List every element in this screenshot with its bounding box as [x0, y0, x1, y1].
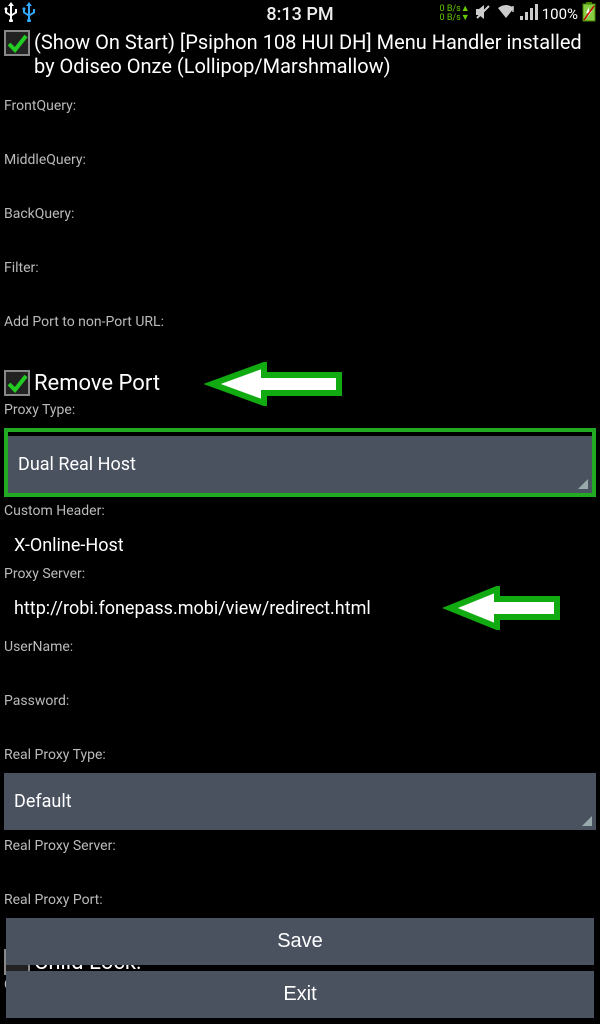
- username-label: UserName:: [4, 639, 596, 655]
- middle-query-input[interactable]: [4, 178, 596, 192]
- signal-icon: [520, 4, 538, 24]
- arrow-annotation-2: [442, 586, 562, 630]
- custom-header-label: Custom Header:: [4, 503, 596, 519]
- show-on-start-checkbox[interactable]: [4, 30, 30, 56]
- real-proxy-port-label: Real Proxy Port:: [4, 892, 596, 908]
- arrow-annotation-1: [204, 362, 344, 406]
- remove-port-checkbox[interactable]: [4, 370, 30, 396]
- status-bar: 8:13 PM 0 B/s▲ 0 B/s▼ 100%: [0, 0, 600, 28]
- password-label: Password:: [4, 693, 596, 709]
- real-proxy-type-spinner[interactable]: Default: [4, 773, 596, 830]
- filter-label: Filter:: [4, 260, 596, 276]
- save-button[interactable]: Save: [6, 918, 594, 965]
- usb-icon: [4, 2, 18, 26]
- username-input[interactable]: [4, 665, 596, 679]
- real-proxy-server-input[interactable]: [4, 864, 596, 878]
- header-title: (Show On Start) [Psiphon 108 HUI DH] Men…: [34, 30, 596, 78]
- add-port-input[interactable]: [4, 340, 596, 354]
- button-bar: Save Exit: [6, 912, 594, 1018]
- middle-query-label: MiddleQuery:: [4, 152, 596, 168]
- usb-icon-2: [22, 2, 36, 26]
- back-query-label: BackQuery:: [4, 206, 596, 222]
- net-dn: 0 B/s▼: [440, 14, 470, 23]
- proxy-type-spinner[interactable]: Dual Real Host: [8, 436, 592, 493]
- exit-button[interactable]: Exit: [6, 971, 594, 1018]
- proxy-type-highlight: Dual Real Host: [4, 428, 596, 497]
- remove-port-label: Remove Port: [34, 371, 160, 396]
- add-port-label: Add Port to non-Port URL:: [4, 314, 596, 330]
- header-row: (Show On Start) [Psiphon 108 HUI DH] Men…: [0, 28, 600, 84]
- remove-port-row: Remove Port: [4, 370, 596, 396]
- filter-input[interactable]: [4, 286, 596, 300]
- custom-header-input[interactable]: X-Online-Host: [4, 529, 596, 562]
- front-query-input[interactable]: [4, 124, 596, 138]
- proxy-server-label: Proxy Server:: [4, 566, 596, 582]
- battery-icon: [582, 2, 596, 26]
- front-query-label: FrontQuery:: [4, 98, 596, 114]
- wifi-icon: [496, 4, 516, 24]
- real-proxy-server-label: Real Proxy Server:: [4, 838, 596, 854]
- clock: 8:13 PM: [266, 4, 333, 25]
- battery-percent: 100%: [542, 5, 578, 23]
- password-input[interactable]: [4, 719, 596, 733]
- real-proxy-type-label: Real Proxy Type:: [4, 747, 596, 763]
- back-query-input[interactable]: [4, 232, 596, 246]
- mute-icon: [474, 3, 492, 25]
